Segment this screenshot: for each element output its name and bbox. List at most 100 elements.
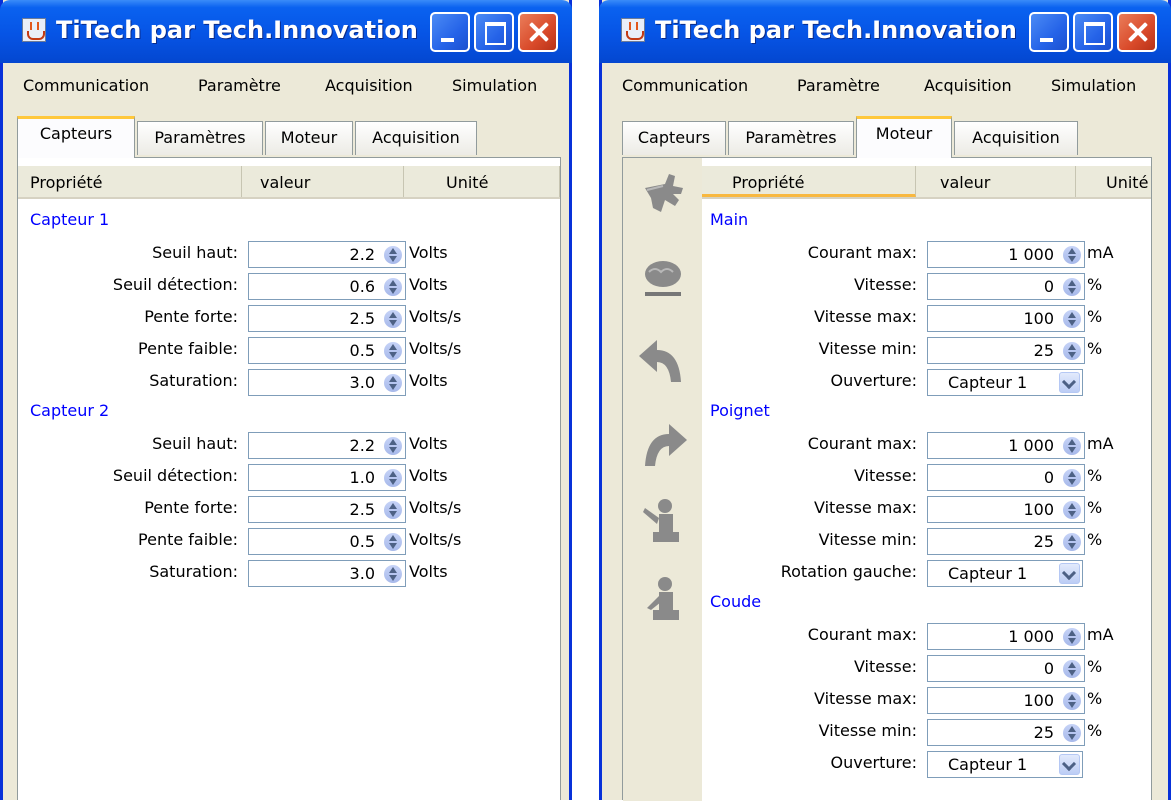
spinner-arrows-icon[interactable] — [384, 469, 402, 487]
spinner-arrows-icon[interactable] — [1063, 692, 1081, 710]
spinner-arrows-icon[interactable] — [384, 342, 402, 360]
spinner-arrows-icon[interactable] — [384, 374, 402, 392]
hand-closed-icon[interactable] — [635, 250, 691, 306]
unit-label: Volts — [409, 243, 448, 262]
spinner-arrows-icon[interactable] — [1063, 437, 1081, 455]
value-spinner[interactable]: 1.0 — [248, 464, 406, 491]
sensor-select[interactable]: Capteur 1 — [927, 369, 1083, 396]
tab-bar: Capteurs Paramètres Moteur Acquisition — [3, 107, 569, 158]
spinner-arrows-icon[interactable] — [384, 278, 402, 296]
menu-acquisition[interactable]: Acquisition — [924, 76, 1012, 95]
column-header-propriete[interactable]: Propriété — [702, 166, 916, 197]
menu-acquisition[interactable]: Acquisition — [325, 76, 413, 95]
title-bar[interactable]: TiTech par Tech.Innovation — [599, 0, 1171, 63]
row-label: Seuil détection: — [112, 466, 238, 485]
row-label: Vitesse: — [853, 466, 917, 485]
spinner-arrows-icon[interactable] — [384, 501, 402, 519]
value-spinner[interactable]: 3.0 — [248, 560, 406, 587]
spinner-arrows-icon[interactable] — [1063, 342, 1081, 360]
minimize-button[interactable] — [1029, 12, 1069, 52]
menu-parametre[interactable]: Paramètre — [797, 76, 880, 95]
spinner-value: 0.6 — [349, 277, 375, 296]
chevron-down-icon[interactable] — [1059, 754, 1080, 775]
menu-simulation[interactable]: Simulation — [1051, 76, 1136, 95]
spinner-arrows-icon[interactable] — [1063, 533, 1081, 551]
maximize-button[interactable] — [1073, 12, 1113, 52]
java-app-icon[interactable] — [621, 18, 645, 42]
spinner-arrows-icon[interactable] — [384, 246, 402, 264]
value-spinner[interactable]: 0.5 — [248, 528, 406, 555]
tab-parametres[interactable]: Paramètres — [137, 121, 263, 155]
value-spinner[interactable]: 2.5 — [248, 496, 406, 523]
tab-acquisition[interactable]: Acquisition — [954, 121, 1078, 155]
column-header-unite[interactable]: Unité — [1076, 166, 1151, 197]
maximize-button[interactable] — [474, 12, 514, 52]
column-header-propriete[interactable]: Propriété — [18, 166, 242, 197]
spinner-arrows-icon[interactable] — [384, 533, 402, 551]
tab-capteurs[interactable]: Capteurs — [17, 116, 135, 158]
spinner-arrows-icon[interactable] — [1063, 660, 1081, 678]
value-spinner[interactable]: 25 — [927, 528, 1085, 555]
close-button[interactable] — [1117, 12, 1157, 52]
menu-simulation[interactable]: Simulation — [452, 76, 537, 95]
menu-communication[interactable]: Communication — [622, 76, 748, 95]
spinner-arrows-icon[interactable] — [1063, 469, 1081, 487]
spinner-value: 1 000 — [1008, 436, 1054, 455]
minimize-button[interactable] — [430, 12, 470, 52]
tab-parametres[interactable]: Paramètres — [728, 121, 854, 155]
tab-acquisition[interactable]: Acquisition — [355, 121, 477, 155]
spinner-arrows-icon[interactable] — [384, 565, 402, 583]
chevron-down-icon[interactable] — [1059, 563, 1080, 584]
select-value: Capteur 1 — [948, 755, 1028, 774]
row-label: Vitesse: — [853, 275, 917, 294]
value-spinner[interactable]: 2.5 — [248, 305, 406, 332]
spinner-arrows-icon[interactable] — [1063, 246, 1081, 264]
value-spinner[interactable]: 25 — [927, 719, 1085, 746]
spinner-arrows-icon[interactable] — [1063, 310, 1081, 328]
tab-capteurs[interactable]: Capteurs — [622, 121, 726, 155]
value-spinner[interactable]: 100 — [927, 687, 1085, 714]
tab-moteur[interactable]: Moteur — [856, 116, 952, 158]
value-spinner[interactable]: 0 — [927, 273, 1085, 300]
close-button[interactable] — [518, 12, 558, 52]
chevron-down-icon[interactable] — [1059, 372, 1080, 393]
value-spinner[interactable]: 2.2 — [248, 432, 406, 459]
sensor-select[interactable]: Capteur 1 — [927, 560, 1083, 587]
spinner-arrows-icon[interactable] — [1063, 628, 1081, 646]
spinner-value: 1.0 — [349, 468, 375, 487]
value-spinner[interactable]: 3.0 — [248, 369, 406, 396]
spinner-arrows-icon[interactable] — [1063, 278, 1081, 296]
value-spinner[interactable]: 2.2 — [248, 241, 406, 268]
menu-bar: Communication Paramètre Acquisition Simu… — [3, 63, 569, 107]
row-label: Vitesse max: — [813, 498, 917, 517]
value-spinner[interactable]: 0.5 — [248, 337, 406, 364]
rotate-left-arrow-icon[interactable] — [635, 334, 691, 390]
rotate-right-arrow-icon[interactable] — [635, 418, 691, 474]
value-spinner[interactable]: 0 — [927, 464, 1085, 491]
value-spinner[interactable]: 0 — [927, 655, 1085, 682]
spinner-value: 2.2 — [349, 436, 375, 455]
column-header-valeur[interactable]: valeur — [916, 166, 1076, 197]
arm-raised-figure-icon[interactable] — [635, 496, 691, 552]
spinner-arrows-icon[interactable] — [384, 437, 402, 455]
menu-parametre[interactable]: Paramètre — [198, 76, 281, 95]
java-app-icon[interactable] — [22, 18, 46, 42]
spinner-arrows-icon[interactable] — [1063, 501, 1081, 519]
arm-lowered-figure-icon[interactable] — [635, 574, 691, 630]
spinner-arrows-icon[interactable] — [1063, 724, 1081, 742]
title-bar[interactable]: TiTech par Tech.Innovation — [0, 0, 572, 63]
value-spinner[interactable]: 100 — [927, 496, 1085, 523]
value-spinner[interactable]: 1 000 — [927, 241, 1085, 268]
hand-open-icon[interactable] — [635, 166, 691, 222]
value-spinner[interactable]: 100 — [927, 305, 1085, 332]
column-header-unite[interactable]: Unité — [404, 166, 560, 197]
column-header-valeur[interactable]: valeur — [242, 166, 404, 197]
sensor-select[interactable]: Capteur 1 — [927, 751, 1083, 778]
tab-moteur[interactable]: Moteur — [265, 121, 353, 155]
value-spinner[interactable]: 1 000 — [927, 623, 1085, 650]
spinner-arrows-icon[interactable] — [384, 310, 402, 328]
value-spinner[interactable]: 0.6 — [248, 273, 406, 300]
value-spinner[interactable]: 25 — [927, 337, 1085, 364]
value-spinner[interactable]: 1 000 — [927, 432, 1085, 459]
menu-communication[interactable]: Communication — [23, 76, 149, 95]
